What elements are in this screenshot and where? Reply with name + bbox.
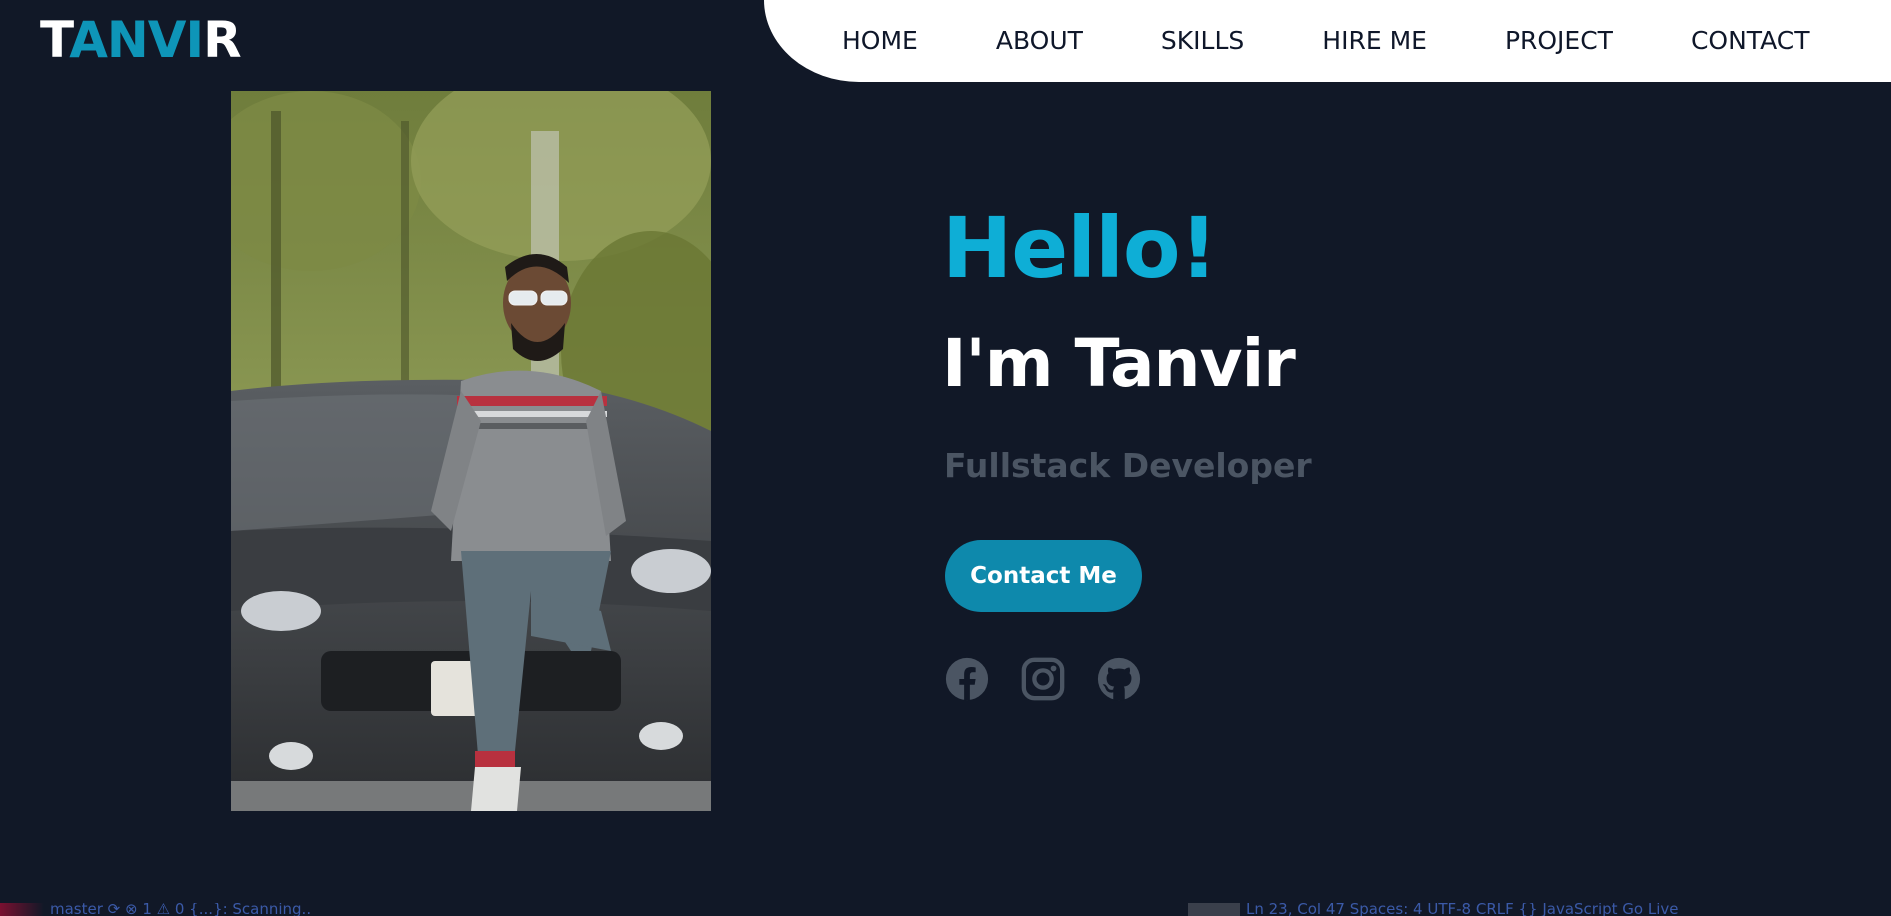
status-left-text[interactable]: master ⟳ ⊗ 1 ⚠ 0 {...}: Scanning.. — [50, 903, 311, 916]
hero-greeting: Hello! — [942, 199, 1218, 297]
nav-about[interactable]: ABOUT — [996, 26, 1083, 56]
logo-middle: ANVI — [69, 11, 204, 69]
logo-last-letter: R — [203, 11, 242, 69]
profile-photo — [231, 91, 711, 811]
main-nav: HOME ABOUT SKILLS HIRE ME PROJECT CONTAC… — [764, 0, 1891, 82]
github-icon[interactable] — [1096, 656, 1142, 702]
social-links — [944, 656, 1142, 702]
contact-me-button[interactable]: Contact Me — [945, 540, 1142, 612]
nav-contact[interactable]: CONTACT — [1691, 26, 1810, 56]
hero-role: Fullstack Developer — [944, 446, 1312, 485]
nav-hire-me[interactable]: HIRE ME — [1322, 26, 1427, 56]
status-right-text[interactable]: Ln 23, Col 47 Spaces: 4 UTF-8 CRLF {} Ja… — [1246, 903, 1679, 916]
site-logo[interactable]: TANVIR — [40, 10, 242, 70]
facebook-icon[interactable] — [944, 656, 990, 702]
portfolio-page: TANVIR HOME ABOUT SKILLS HIRE ME PROJECT… — [0, 0, 1891, 916]
status-remote-indicator[interactable] — [0, 903, 44, 916]
hero-name: I'm Tanvir — [942, 325, 1296, 402]
nav-home[interactable]: HOME — [842, 26, 918, 56]
status-chip — [1188, 903, 1240, 916]
nav-skills[interactable]: SKILLS — [1161, 26, 1244, 56]
instagram-icon[interactable] — [1020, 656, 1066, 702]
profile-photo-illustration — [231, 91, 711, 811]
logo-first-letter: T — [40, 11, 70, 69]
nav-project[interactable]: PROJECT — [1505, 26, 1613, 56]
editor-status-bar: master ⟳ ⊗ 1 ⚠ 0 {...}: Scanning.. Ln 23… — [0, 903, 1891, 916]
